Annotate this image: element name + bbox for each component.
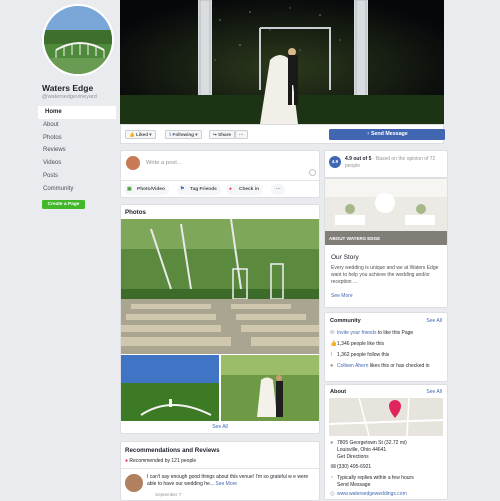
tag-friends-button[interactable]: ⚑ Tag Friends — [177, 184, 221, 195]
photo-video-button[interactable]: ▣ Photo/Video — [124, 184, 169, 195]
story-title: Our Story — [331, 254, 359, 261]
following-button[interactable]: ⌇ Following ▾ — [165, 130, 202, 139]
nav-item-photos[interactable]: Photos — [38, 132, 116, 145]
story-see-more-link[interactable]: See More — [331, 293, 353, 299]
globe-icon: ◎ — [330, 491, 335, 497]
website-link[interactable]: www.watersedgeweddings.com — [337, 491, 407, 497]
post-composer: Write a post... ▣ Photo/Video ⚑ Tag Friend… — [120, 150, 320, 198]
location-pin-icon: ● — [229, 187, 232, 192]
recommendation-icon: ● — [125, 458, 129, 464]
location-map[interactable] — [329, 398, 443, 436]
about-heading: About — [330, 389, 347, 395]
story-caption: ABOUT WATERS EDGE — [329, 236, 381, 241]
photos-see-all-link[interactable]: See All — [121, 424, 319, 430]
rating-card: 4.9 4.9 out of 5 · Based on the opinion … — [324, 150, 448, 178]
follow-icon: ⌇ — [330, 352, 333, 358]
share-button[interactable]: ↪ Share — [209, 130, 235, 139]
nav-item-about[interactable]: About — [38, 119, 116, 132]
review-see-more-link[interactable]: See More — [215, 481, 237, 487]
recommended-count: Recommended by 121 people — [129, 458, 197, 464]
photos-heading: Photos — [125, 209, 146, 216]
community-heading: Community — [330, 318, 361, 324]
photo-ceremony-site[interactable] — [121, 219, 319, 354]
about-card: About See All ● 7805 Georgetown St (32.72… — [324, 384, 448, 500]
page-action-bar: 👍 Liked ▾ ⌇ Following ▾ ↪ Share ··· ◔ Se… — [120, 124, 445, 144]
review-text: I can't say enough good things about thi… — [147, 474, 309, 487]
recommendations-section: Recommendations and Reviews ● Recommende… — [120, 441, 320, 501]
invite-icon: ✉ — [330, 330, 335, 336]
story-card: ABOUT WATERS EDGE Our Story Every weddin… — [324, 178, 448, 308]
about-send-message-link[interactable]: Send Message — [337, 482, 370, 488]
community-card: Community See All ✉ Invite your friends t… — [324, 312, 448, 382]
share-icon: ↪ — [213, 132, 217, 137]
community-see-all-link[interactable]: See All — [426, 318, 442, 324]
avatar — [126, 156, 140, 170]
nav-item-reviews[interactable]: Reviews — [38, 144, 116, 157]
rss-icon: ⌇ — [169, 132, 172, 137]
page-title: Waters Edge — [42, 83, 94, 93]
about-see-all-link[interactable]: See All — [426, 389, 442, 395]
page-nav: Home About Photos Reviews Videos Posts C… — [38, 106, 116, 196]
nav-item-community[interactable]: Community — [38, 183, 116, 196]
follows-count: 1,362 people follow this — [337, 352, 390, 358]
check-in-button[interactable]: ● Check in — [226, 184, 263, 195]
phone-number: (330) 495-6921 — [337, 464, 372, 470]
address-icon: ● — [330, 440, 334, 446]
address-line2: Louisville, Ohio 44641 — [337, 447, 387, 453]
messenger-icon: ◔ — [366, 131, 370, 137]
photo-couple[interactable] — [221, 355, 319, 421]
more-actions-button[interactable]: ··· — [235, 130, 248, 139]
friend-link[interactable]: Colleen Ahern — [337, 363, 368, 369]
invite-friends-link[interactable]: Invite your friends — [337, 330, 376, 336]
photo-bridge[interactable] — [121, 355, 219, 421]
page-handle: @watersedgevineyard — [42, 94, 97, 100]
recommendations-heading: Recommendations and Reviews — [125, 447, 220, 454]
response-time: Typically replies within a few hours — [337, 475, 414, 481]
composer-more-button[interactable]: ··· — [271, 184, 285, 195]
nav-item-posts[interactable]: Posts — [38, 170, 116, 183]
rating-score-text: 4.9 out of 5 — [345, 156, 372, 162]
rating-badge: 4.9 — [329, 156, 341, 168]
tag-icon: ⚑ — [180, 187, 185, 192]
liked-button[interactable]: 👍 Liked ▾ — [125, 130, 156, 139]
phone-icon: ☎ — [330, 464, 337, 470]
likes-count: 1,346 people like this — [337, 341, 384, 347]
emoji-icon[interactable] — [309, 169, 316, 176]
page-profile-picture[interactable] — [42, 4, 114, 76]
nav-item-home[interactable]: Home — [38, 106, 116, 119]
photo-icon: ▣ — [127, 187, 132, 192]
cover-photo[interactable] — [120, 0, 444, 124]
thumbs-up-icon: 👍 — [129, 132, 135, 137]
like-icon: 👍 — [330, 341, 337, 347]
post-input[interactable]: Write a post... — [146, 160, 182, 166]
story-text: Every wedding is unique and we at Waters… — [331, 265, 439, 285]
get-directions-link[interactable]: Get Directions — [337, 454, 369, 460]
send-message-button[interactable]: ◔ Send Message — [329, 129, 445, 140]
review-date: September 7 — [155, 492, 182, 497]
reviewer-avatar[interactable] — [125, 474, 143, 492]
messenger-icon: ◔ — [330, 475, 334, 481]
photos-section: Photos See All — [120, 204, 320, 434]
nav-item-videos[interactable]: Videos — [38, 157, 116, 170]
friend-avatar: ● — [330, 363, 334, 369]
create-page-button[interactable]: Create a Page — [42, 200, 85, 209]
address-line1: 7805 Georgetown St (32.72 mi) — [337, 440, 407, 446]
